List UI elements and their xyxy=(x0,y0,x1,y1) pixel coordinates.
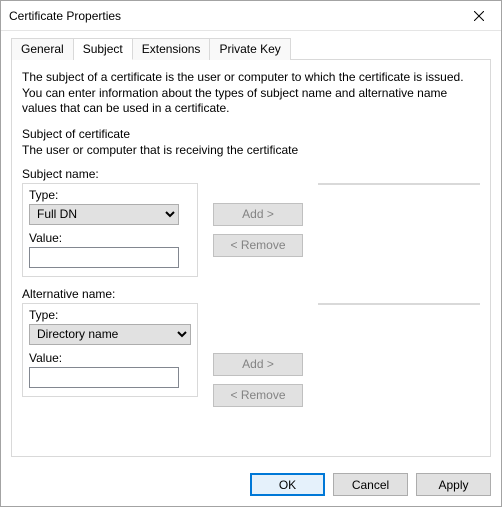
dialog-footer: OK Cancel Apply xyxy=(1,465,501,506)
tab-extensions[interactable]: Extensions xyxy=(133,38,211,60)
section-title: Subject of certificate xyxy=(22,127,480,141)
titlebar: Certificate Properties xyxy=(1,1,501,31)
subject-type-select[interactable]: Full DN xyxy=(29,204,179,225)
alternative-name-group: Type: Directory name Value: xyxy=(22,303,198,397)
subject-name-list[interactable] xyxy=(318,183,480,185)
section-desc: The user or computer that is receiving t… xyxy=(22,143,480,157)
cancel-button[interactable]: Cancel xyxy=(333,473,408,496)
close-button[interactable] xyxy=(456,1,501,30)
alternative-name-row: Type: Directory name Value: Add > < Remo… xyxy=(22,303,480,446)
tab-panel-subject: The subject of a certificate is the user… xyxy=(11,59,491,457)
apply-button[interactable]: Apply xyxy=(416,473,491,496)
subject-buttons-col: Add > < Remove xyxy=(198,183,318,265)
content-area: General Subject Extensions Private Key T… xyxy=(1,31,501,465)
tab-strip: General Subject Extensions Private Key xyxy=(11,37,491,59)
alt-remove-button[interactable]: < Remove xyxy=(213,384,303,407)
dialog-window: Certificate Properties General Subject E… xyxy=(0,0,502,507)
alt-buttons-col: Add > < Remove xyxy=(198,303,318,415)
subject-remove-button[interactable]: < Remove xyxy=(213,234,303,257)
ok-button[interactable]: OK xyxy=(250,473,325,496)
subject-name-group: Type: Full DN Value: xyxy=(22,183,198,277)
alt-type-label: Type: xyxy=(29,308,191,322)
subject-type-label: Type: xyxy=(29,188,191,202)
alt-type-select[interactable]: Directory name xyxy=(29,324,191,345)
tab-general[interactable]: General xyxy=(11,38,74,60)
window-title: Certificate Properties xyxy=(1,9,456,23)
tab-subject[interactable]: Subject xyxy=(74,38,133,60)
subject-value-label: Value: xyxy=(29,231,191,245)
close-icon xyxy=(474,11,484,21)
subject-name-heading: Subject name: xyxy=(22,167,480,181)
alternative-name-heading: Alternative name: xyxy=(22,287,480,301)
alt-value-label: Value: xyxy=(29,351,191,365)
tab-private-key[interactable]: Private Key xyxy=(210,38,290,60)
alt-value-input[interactable] xyxy=(29,367,179,388)
subject-add-button[interactable]: Add > xyxy=(213,203,303,226)
subject-name-row: Type: Full DN Value: Add > < Remove xyxy=(22,183,480,277)
intro-text: The subject of a certificate is the user… xyxy=(22,70,480,117)
alternative-name-list[interactable] xyxy=(318,303,480,305)
subject-value-input[interactable] xyxy=(29,247,179,268)
alt-add-button[interactable]: Add > xyxy=(213,353,303,376)
